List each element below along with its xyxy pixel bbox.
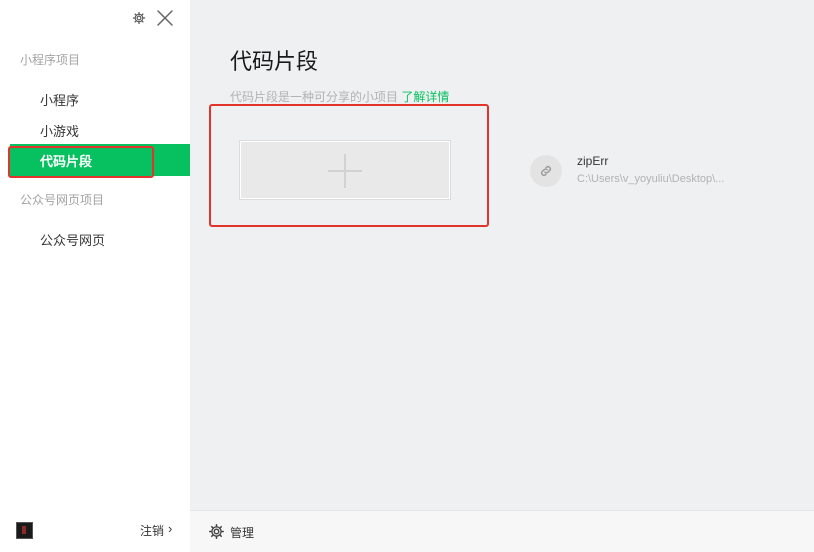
description-text: 代码片段是一种可分享的小项目 [230,90,399,104]
section-official-account-projects: 公众号网页项目 [20,193,105,207]
section-mini-program-projects: 小程序项目 [20,53,81,67]
sidebar: 小程序项目 小程序 小游戏 代码片段 公众号网页项目 公众号网页 注销 › [0,0,190,552]
sidebar-item-mini-program[interactable]: 小程序 [40,90,79,109]
chevron-right-icon: › [168,521,173,536]
project-path: C:\Users\v_yoyuliu\Desktop\... [577,173,725,185]
sidebar-item-official-webpage[interactable]: 公众号网页 [40,230,105,249]
link-icon[interactable] [530,155,562,187]
close-icon[interactable] [156,9,174,27]
manage-button[interactable]: 管理 [230,524,254,541]
learn-more-link[interactable]: 了解详情 [401,90,449,104]
highlight-box-sidebar [8,146,154,178]
logout-button[interactable]: 注销 [140,522,164,539]
manage-gear-icon[interactable] [208,523,225,540]
page-title: 代码片段 [230,49,319,74]
page-description: 代码片段是一种可分享的小项目 了解详情 [230,88,449,105]
bottom-bar: 管理 [190,510,814,552]
settings-gear-icon[interactable] [132,11,146,25]
highlight-box-add [209,104,489,227]
sidebar-item-mini-game[interactable]: 小游戏 [40,121,79,140]
main-content: 代码片段 代码片段是一种可分享的小项目 了解详情 zipErr C:\Users… [190,0,814,510]
sidebar-top-icons [132,9,174,27]
avatar[interactable] [16,522,33,539]
project-name[interactable]: zipErr [577,154,608,168]
